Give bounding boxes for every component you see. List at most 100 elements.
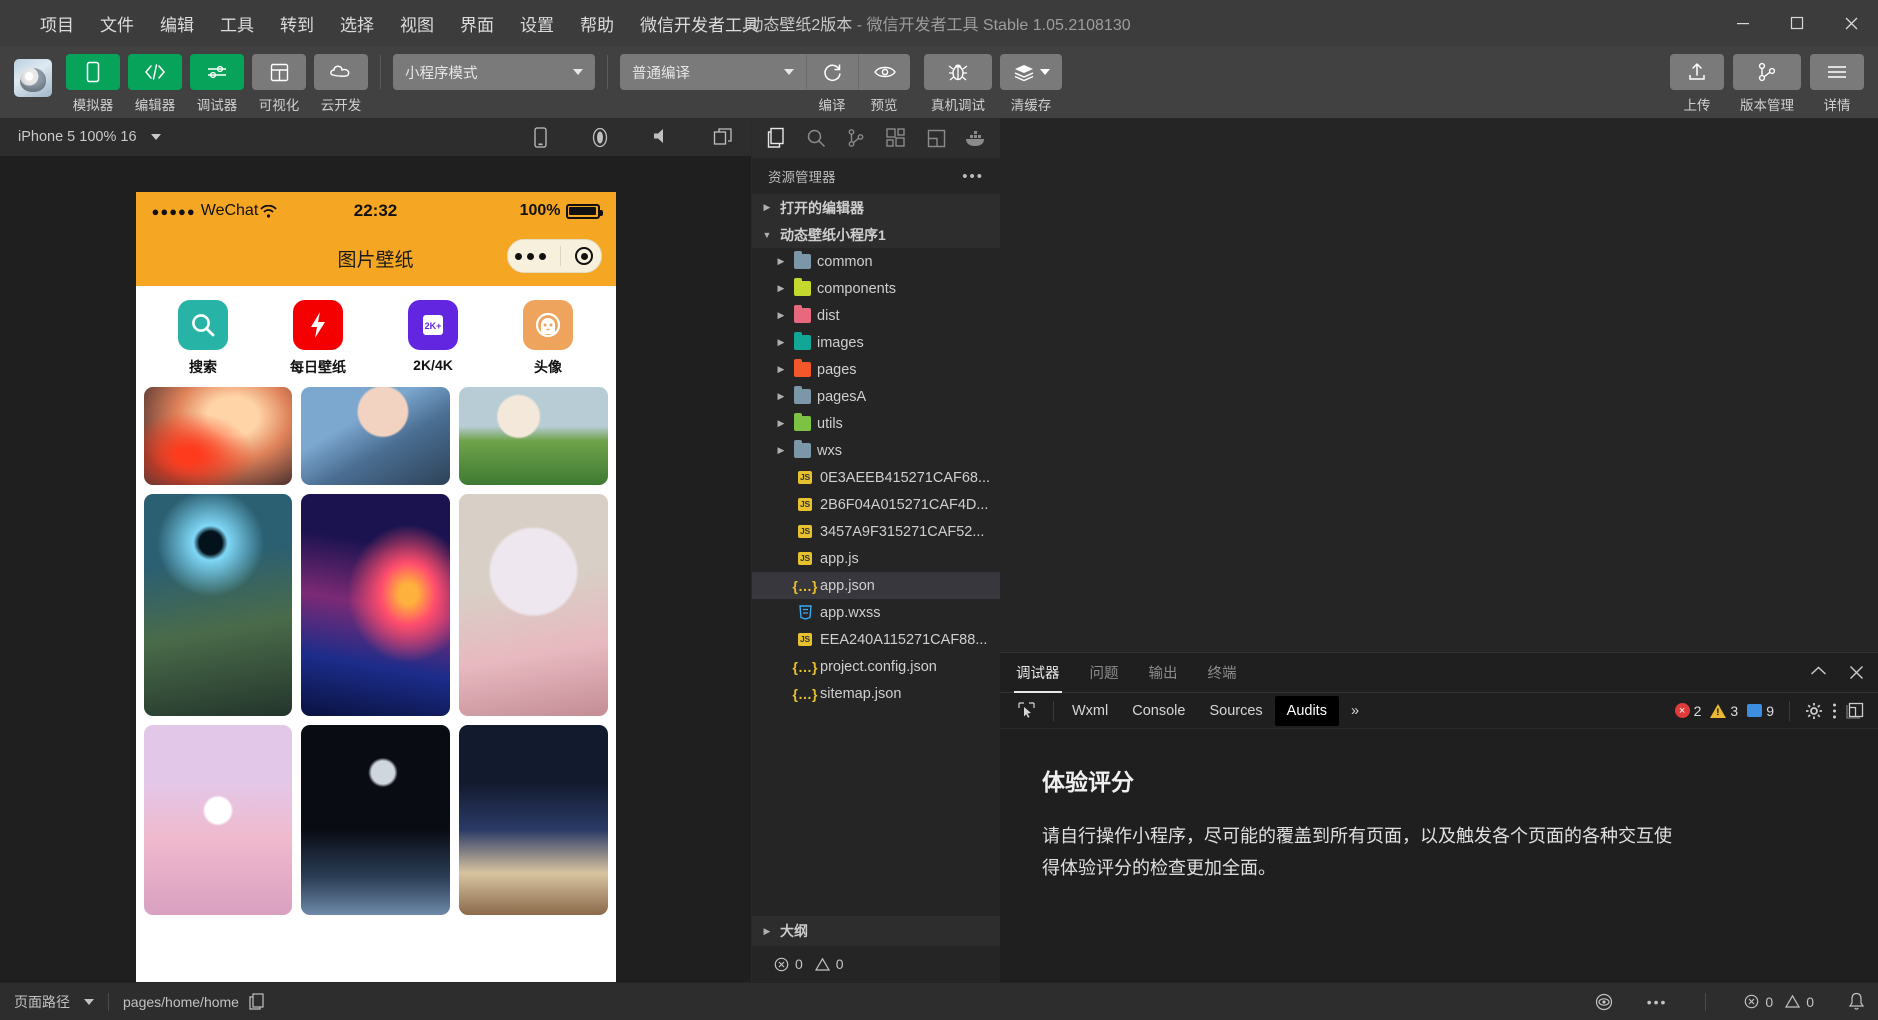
tree-section-project[interactable]: ▼ 动态壁纸小程序1	[752, 221, 1000, 248]
version-control-button[interactable]: 版本管理	[1733, 54, 1801, 114]
target-icon[interactable]	[575, 247, 593, 265]
tree-folder-utils[interactable]: ▶ utils	[752, 410, 1000, 437]
more-dots-icon[interactable]	[515, 253, 546, 260]
quick-icon-search[interactable]: 搜索	[146, 300, 261, 377]
home-indicator-icon[interactable]	[590, 127, 610, 148]
tree-file-js-1[interactable]: JS 0E3AEEB415271CAF68...	[752, 464, 1000, 491]
tree-folder-common[interactable]: ▶ common	[752, 248, 1000, 275]
tree-file-app-json[interactable]: {…} app.json	[752, 572, 1000, 599]
volume-icon[interactable]	[652, 127, 671, 148]
files-icon[interactable]	[756, 118, 796, 158]
tree-file-js-3[interactable]: JS 3457A9F315271CAF52...	[752, 518, 1000, 545]
tree-folder-images[interactable]: ▶ images	[752, 329, 1000, 356]
compile-button[interactable]	[806, 54, 858, 90]
maximize-icon[interactable]	[1770, 0, 1824, 46]
chevron-up-icon[interactable]	[1810, 665, 1827, 680]
wallpaper-card[interactable]	[459, 494, 608, 716]
cloud-button[interactable]: 云开发	[314, 54, 368, 114]
source-control-icon[interactable]	[836, 118, 876, 158]
upload-button[interactable]: 上传	[1670, 54, 1724, 114]
tab-problems[interactable]: 问题	[1088, 652, 1121, 693]
phone-outline-icon[interactable]	[533, 127, 548, 148]
wallpaper-card[interactable]	[459, 387, 608, 485]
status-error-group[interactable]: 0 0	[1744, 994, 1814, 1010]
close-icon[interactable]	[1849, 665, 1864, 680]
tree-file-js-2[interactable]: JS 2B6F04A015271CAF4D...	[752, 491, 1000, 518]
menu-item-view[interactable]: 视图	[398, 8, 436, 39]
split-icon[interactable]	[916, 118, 956, 158]
quick-icon-avatar[interactable]: 头像	[491, 300, 606, 377]
wallpaper-card[interactable]	[301, 387, 450, 485]
warning-count-group[interactable]: 3	[1710, 703, 1738, 719]
wechat-capsule[interactable]	[507, 239, 602, 273]
menu-item-settings[interactable]: 设置	[518, 8, 556, 39]
menu-item-tools[interactable]: 工具	[218, 8, 256, 39]
avatar[interactable]	[14, 59, 52, 97]
wallpaper-card[interactable]	[144, 494, 293, 716]
outline-section[interactable]: ▶ 大纲	[752, 916, 1000, 946]
debugger-button[interactable]: 调试器	[190, 54, 244, 114]
preview-button[interactable]	[858, 54, 910, 90]
gear-icon[interactable]	[1805, 702, 1823, 720]
devtools-tab-wxml[interactable]: Wxml	[1060, 696, 1120, 726]
mode-select[interactable]: 小程序模式	[393, 54, 595, 90]
tab-debugger[interactable]: 调试器	[1014, 652, 1062, 693]
tree-folder-components[interactable]: ▶ components	[752, 275, 1000, 302]
tab-output[interactable]: 输出	[1147, 652, 1180, 693]
more-icon[interactable]: •••	[1647, 994, 1668, 1010]
tree-folder-pagesA[interactable]: ▶ pagesA	[752, 383, 1000, 410]
compile-select[interactable]: 普通编译	[620, 54, 806, 90]
tree-file-project-config[interactable]: {…} project.config.json	[752, 653, 1000, 680]
menu-item-help[interactable]: 帮助	[578, 8, 616, 39]
wallpaper-card[interactable]	[144, 387, 293, 485]
menu-item-ui[interactable]: 界面	[458, 8, 496, 39]
menu-item-goto[interactable]: 转到	[278, 8, 316, 39]
docker-icon[interactable]	[956, 118, 996, 158]
details-button[interactable]: 详情	[1810, 54, 1864, 114]
tree-folder-pages[interactable]: ▶ pages	[752, 356, 1000, 383]
more-icon[interactable]: •••	[962, 168, 984, 185]
devtools-tab-sources[interactable]: Sources	[1197, 696, 1274, 726]
search-icon[interactable]	[796, 118, 836, 158]
menu-item-edit[interactable]: 编辑	[158, 8, 196, 39]
wallpaper-card[interactable]	[301, 494, 450, 716]
tree-file-app-wxss[interactable]: app.wxss	[752, 599, 1000, 626]
quick-icon-2k4k[interactable]: 2K+ 2K/4K	[376, 300, 491, 377]
page-path-select[interactable]: 页面路径	[14, 992, 94, 1012]
devtools-tab-console[interactable]: Console	[1120, 696, 1197, 726]
tree-section-open-editors[interactable]: ▶ 打开的编辑器	[752, 194, 1000, 221]
clear-cache-button[interactable]: 清缓存	[1000, 54, 1062, 114]
device-select[interactable]: iPhone 5 100% 16	[18, 129, 161, 145]
visualization-button[interactable]: 可视化	[252, 54, 306, 114]
inspect-icon[interactable]	[1006, 695, 1047, 726]
device-debug-button[interactable]: 真机调试	[924, 54, 992, 114]
tree-file-sitemap[interactable]: {…} sitemap.json	[752, 680, 1000, 707]
tree-file-app-js[interactable]: JS app.js	[752, 545, 1000, 572]
devtools-tab-audits[interactable]: Audits	[1275, 696, 1339, 726]
tree-folder-wxs[interactable]: ▶ wxs	[752, 437, 1000, 464]
menu-item-devtools[interactable]: 微信开发者工具	[638, 8, 761, 39]
windows-icon[interactable]	[713, 127, 733, 148]
page-path-value[interactable]: pages/home/home	[123, 994, 239, 1010]
wallpaper-card[interactable]	[301, 725, 450, 915]
close-icon[interactable]	[1824, 0, 1878, 46]
menu-item-file[interactable]: 文件	[98, 8, 136, 39]
notifications-button[interactable]	[1834, 992, 1878, 1011]
eye-icon[interactable]	[1595, 993, 1613, 1011]
devtools-tab-overflow[interactable]: »	[1339, 696, 1371, 726]
editor-button[interactable]: 编辑器	[128, 54, 182, 114]
dock-icon[interactable]	[1846, 702, 1864, 719]
copy-icon[interactable]	[249, 993, 264, 1010]
wallpaper-card[interactable]	[144, 725, 293, 915]
more-vertical-icon[interactable]	[1832, 702, 1837, 720]
error-count-group[interactable]: × 2	[1675, 703, 1702, 719]
menu-item-project[interactable]: 项目	[38, 8, 76, 39]
menu-item-select[interactable]: 选择	[338, 8, 376, 39]
extensions-icon[interactable]	[876, 118, 916, 158]
quick-icon-daily[interactable]: 每日壁纸	[261, 300, 376, 377]
info-count-group[interactable]: 9	[1747, 703, 1774, 719]
simulator-button[interactable]: 模拟器	[66, 54, 120, 114]
wallpaper-card[interactable]	[459, 725, 608, 915]
minimize-icon[interactable]	[1716, 0, 1770, 46]
tab-terminal[interactable]: 终端	[1206, 652, 1239, 693]
